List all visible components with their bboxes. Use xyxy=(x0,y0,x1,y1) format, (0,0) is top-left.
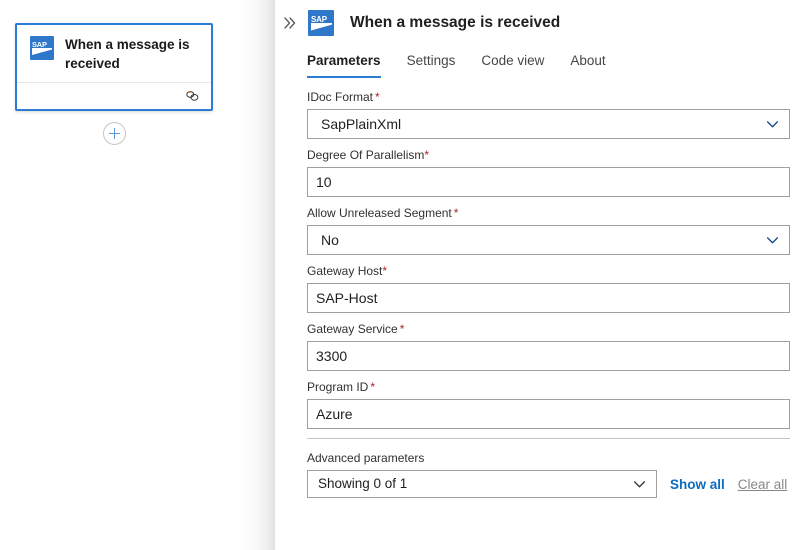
field-allow-unreleased-segment-label: Allow Unreleased Segment * xyxy=(307,206,790,221)
gateway-host-input[interactable]: SAP-Host xyxy=(307,283,790,313)
field-gateway-service-label-text: Gateway Service xyxy=(307,322,398,336)
panel-title: When a message is received xyxy=(350,14,561,31)
field-degree-of-parallelism: Degree Of Parallelism* 10 xyxy=(307,148,790,197)
panel-tabs: Parameters Settings Code view About xyxy=(275,46,800,78)
trigger-card-body: SAP When a message is received xyxy=(17,25,211,84)
gateway-host-value: SAP-Host xyxy=(316,290,378,306)
required-marker: * xyxy=(382,264,388,278)
field-idoc-format: IDoc Format * SapPlainXml xyxy=(307,90,790,139)
parameters-form: IDoc Format * SapPlainXml Degree Of Paral… xyxy=(275,78,800,498)
program-id-input[interactable]: Azure xyxy=(307,399,790,429)
link-icon[interactable] xyxy=(184,89,201,103)
allow-unreleased-segment-dropdown[interactable]: No xyxy=(307,225,790,255)
tab-code-view-label: Code view xyxy=(481,53,545,68)
tab-settings[interactable]: Settings xyxy=(407,53,456,78)
required-marker: * xyxy=(375,90,380,104)
field-allow-unreleased-segment-label-text: Allow Unreleased Segment xyxy=(307,206,452,220)
field-program-id-label-text: Program ID xyxy=(307,380,369,394)
clear-all-link[interactable]: Clear all xyxy=(738,477,788,492)
sap-logo-text: SAP xyxy=(311,15,327,24)
required-marker: * xyxy=(399,322,405,336)
tab-about[interactable]: About xyxy=(570,53,605,78)
tab-parameters-label: Parameters xyxy=(307,53,381,68)
trigger-card-title: When a message is received xyxy=(65,37,190,71)
sap-logo-swoosh xyxy=(311,23,332,31)
workflow-canvas[interactable]: SAP When a message is received xyxy=(0,0,275,550)
sap-logo-icon: SAP xyxy=(308,10,334,36)
field-gateway-service: Gateway Service * 3300 xyxy=(307,322,790,371)
properties-panel: SAP When a message is received Parameter… xyxy=(275,0,800,550)
tab-settings-label: Settings xyxy=(406,53,456,68)
program-id-value: Azure xyxy=(316,406,353,422)
field-gateway-host: Gateway Host* SAP-Host xyxy=(307,264,790,313)
sap-logo-text: SAP xyxy=(32,40,47,49)
chevron-down-icon[interactable] xyxy=(766,234,779,247)
field-idoc-format-label: IDoc Format * xyxy=(307,90,790,105)
sap-logo-swoosh xyxy=(32,48,52,55)
field-idoc-format-label-text: IDoc Format xyxy=(307,90,374,104)
idoc-format-value: SapPlainXml xyxy=(321,116,402,132)
tab-parameters[interactable]: Parameters xyxy=(307,53,381,78)
tab-code-view[interactable]: Code view xyxy=(481,53,544,78)
field-degree-of-parallelism-label-text: Degree Of Parallelism xyxy=(307,148,425,162)
chevron-down-icon[interactable] xyxy=(766,118,779,131)
trigger-card-footer xyxy=(17,82,211,109)
field-gateway-service-label: Gateway Service * xyxy=(307,322,790,337)
plus-icon-vertical xyxy=(113,128,116,139)
field-program-id-label: Program ID * xyxy=(307,380,790,395)
show-all-link[interactable]: Show all xyxy=(670,477,725,492)
field-program-id: Program ID * Azure xyxy=(307,380,790,429)
field-gateway-host-label-text: Gateway Host xyxy=(307,264,383,278)
sap-logo-icon: SAP xyxy=(30,36,54,60)
required-marker: * xyxy=(453,206,459,220)
tab-about-label: About xyxy=(570,53,606,68)
degree-of-parallelism-value: 10 xyxy=(316,174,332,190)
allow-unreleased-segment-value: No xyxy=(321,232,339,248)
trigger-card-when-a-message-is-received[interactable]: SAP When a message is received xyxy=(15,23,213,111)
field-allow-unreleased-segment: Allow Unreleased Segment * No xyxy=(307,206,790,255)
logic-app-designer: SAP When a message is received SAP When … xyxy=(0,0,800,550)
required-marker: * xyxy=(370,380,376,394)
panel-header: SAP When a message is received xyxy=(275,0,800,36)
gateway-service-value: 3300 xyxy=(316,348,348,364)
degree-of-parallelism-input[interactable]: 10 xyxy=(307,167,790,197)
advanced-parameters-section: Advanced parameters Showing 0 of 1 Show … xyxy=(307,451,790,498)
advanced-parameters-dropdown-value: Showing 0 of 1 xyxy=(318,476,408,491)
field-degree-of-parallelism-label: Degree Of Parallelism* xyxy=(307,148,790,163)
chevron-down-icon[interactable] xyxy=(633,478,646,491)
advanced-parameters-row: Showing 0 of 1 Show all Clear all xyxy=(307,470,790,498)
section-divider xyxy=(307,438,790,439)
double-chevron-right-icon[interactable] xyxy=(279,12,301,34)
add-step-button[interactable] xyxy=(103,122,126,145)
field-gateway-host-label: Gateway Host* xyxy=(307,264,790,279)
advanced-parameters-label: Advanced parameters xyxy=(307,451,425,465)
idoc-format-dropdown[interactable]: SapPlainXml xyxy=(307,109,790,139)
advanced-parameters-dropdown[interactable]: Showing 0 of 1 xyxy=(307,470,657,498)
gateway-service-input[interactable]: 3300 xyxy=(307,341,790,371)
required-marker: * xyxy=(424,148,430,162)
